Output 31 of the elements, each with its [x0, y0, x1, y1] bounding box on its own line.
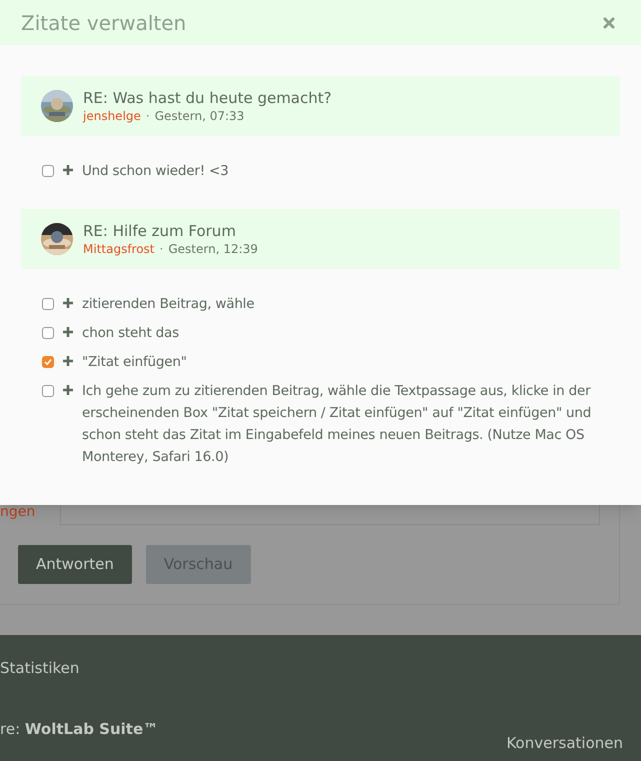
quote-text: zitierenden Beitrag, wähle [82, 295, 256, 314]
close-icon[interactable] [603, 16, 615, 28]
plus-icon[interactable] [62, 355, 74, 367]
checkbox[interactable] [42, 165, 54, 177]
credit-text: re: WoltLab Suite™ [0, 719, 158, 740]
plus-icon[interactable] [62, 384, 74, 396]
post-title[interactable]: RE: Hilfe zum Forum [83, 221, 258, 241]
checkbox[interactable] [42, 298, 54, 310]
separator-dot: · [146, 108, 150, 124]
plus-icon[interactable] [62, 297, 74, 309]
author-link[interactable]: jenshelge [83, 108, 141, 124]
quote-text: chon steht das [82, 324, 180, 343]
plus-icon[interactable] [62, 326, 74, 338]
author-link[interactable]: Mittagsfrost [83, 241, 155, 257]
quote-text: "Zitat einfügen" [82, 353, 188, 372]
post-title[interactable]: RE: Was hast du heute gemacht? [83, 88, 332, 108]
quote-text: Und schon wieder! <3 [82, 162, 230, 181]
plus-icon[interactable] [62, 164, 74, 176]
separator-dot: · [160, 241, 164, 257]
dialog-title: Zitate verwalten [21, 10, 186, 36]
checkbox[interactable] [42, 385, 54, 397]
input-field[interactable] [60, 505, 600, 525]
footer-link[interactable]: Konversationen [506, 732, 623, 754]
quote-text: Ich gehe zum zu zitierenden Beitrag, wähle die Textpassage aus, klicke in der erscheinenden Box "Zitat speichern / Zitat einfügen" auf "Zitat einfügen" und schon steht das Zitat im Eingabefeld meines neuen Beitrags. (Nutze Mac OS Monterey, Safari 16.0) [82, 382, 592, 467]
footer-link[interactable]: Statistiken [0, 657, 80, 680]
checkbox[interactable] [42, 327, 54, 339]
checkbox[interactable] [42, 356, 54, 368]
field-label: ngen [0, 505, 36, 519]
post-time: Gestern, 12:39 [168, 241, 258, 257]
reply-button[interactable]: Antworten [18, 545, 132, 584]
post-time: Gestern, 07:33 [154, 108, 244, 124]
